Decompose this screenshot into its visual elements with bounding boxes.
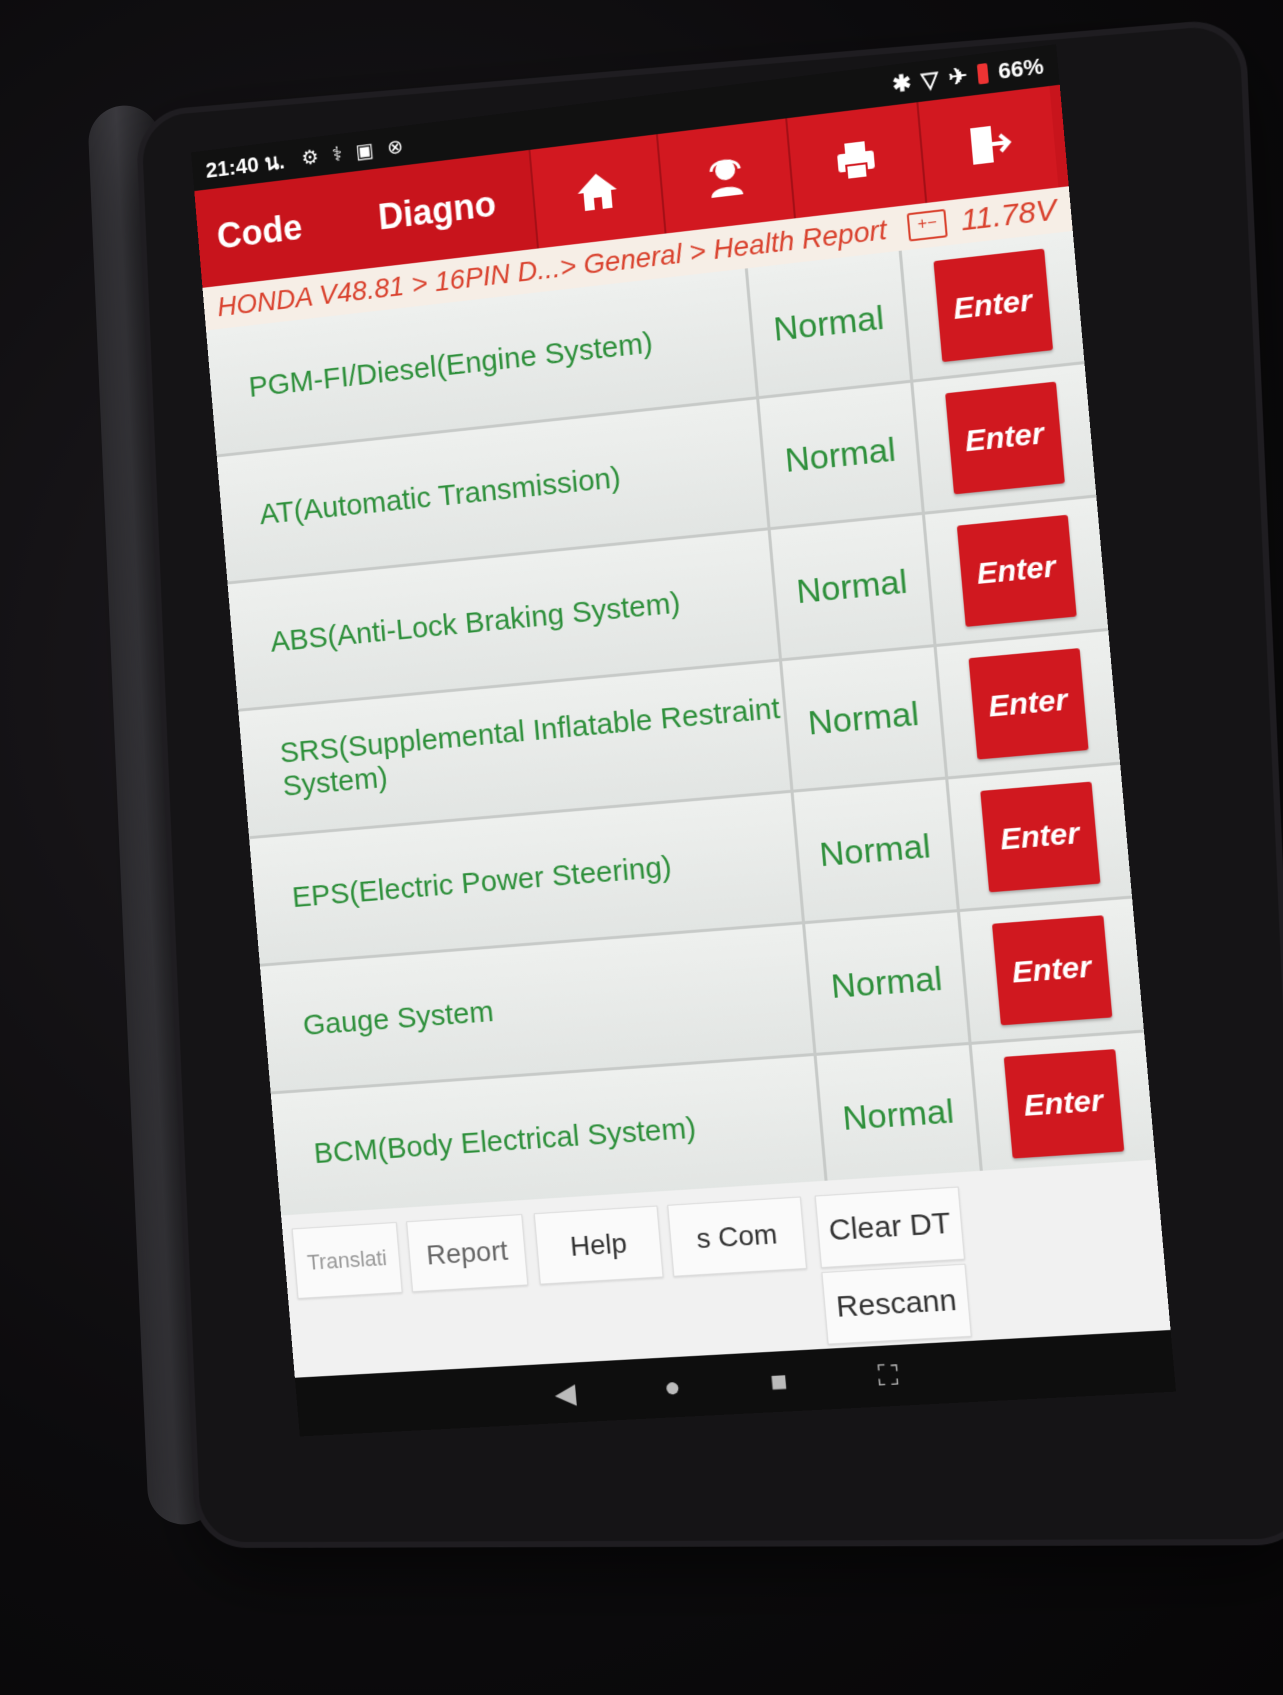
enter-button[interactable]: Enter	[932, 248, 1053, 363]
action-cell: Enter	[902, 231, 1085, 380]
help-button[interactable]: Help	[533, 1205, 664, 1285]
clear-dtc-button[interactable]: Clear DT	[814, 1186, 965, 1269]
enter-button[interactable]: Enter	[1003, 1049, 1124, 1159]
support-button[interactable]	[655, 118, 794, 234]
battery-level: 66%	[997, 53, 1045, 84]
action-cell: Enter	[948, 765, 1132, 909]
print-icon	[837, 141, 876, 187]
enter-button[interactable]: Enter	[991, 915, 1112, 1026]
report-button[interactable]: Report	[406, 1214, 529, 1293]
action-cell: Enter	[937, 631, 1120, 776]
bluetooth-icon: ✱	[891, 69, 913, 98]
home-icon	[576, 171, 619, 212]
voltage-value: 11.78V	[959, 193, 1058, 238]
enter-button[interactable]: Enter	[979, 781, 1100, 893]
support-icon	[700, 149, 752, 198]
enter-button[interactable]: Enter	[968, 648, 1089, 760]
airplane-icon: ✈	[947, 62, 969, 91]
gear-icon: ⚙	[300, 145, 320, 170]
back-icon[interactable]: ◀	[553, 1376, 577, 1410]
recents-icon[interactable]: ■	[769, 1365, 789, 1398]
system-status: Normal	[793, 779, 960, 922]
translate-button[interactable]: Translati	[291, 1221, 403, 1299]
screenshot-icon[interactable]: ⛶	[877, 1359, 900, 1393]
photo-scene: 21:40 น. ⚙ ⚕ ▣ ⊗ ✱ ▽ ✈ 66% Code Diagno H…	[0, 0, 1283, 1695]
system-status: Normal	[782, 646, 949, 790]
car-battery-icon: +−	[906, 208, 948, 242]
system-status: Normal	[805, 912, 972, 1053]
system-status: Normal	[759, 382, 925, 528]
action-cell: Enter	[925, 497, 1108, 643]
system-status: Normal	[770, 514, 937, 659]
no-signal-icon: ⊗	[386, 135, 405, 159]
health-report-table: PGM-FI/Diesel(Engine System) Normal Ente…	[206, 230, 1160, 1265]
rescan-button[interactable]: Rescann	[821, 1263, 972, 1345]
action-cell: Enter	[913, 364, 1096, 511]
exit-button[interactable]	[916, 86, 1059, 204]
action-cell: Enter	[972, 1033, 1156, 1175]
system-status: Normal	[816, 1044, 984, 1185]
enter-button[interactable]: Enter	[956, 514, 1077, 627]
wifi-icon: ▽	[920, 66, 940, 94]
exit-icon	[970, 125, 1014, 165]
enter-button[interactable]: Enter	[944, 381, 1065, 495]
system-status: Normal	[747, 250, 914, 397]
home-circle-icon[interactable]: ●	[663, 1371, 683, 1404]
tablet-screen: 21:40 น. ⚙ ⚕ ▣ ⊗ ✱ ▽ ✈ 66% Code Diagno H…	[191, 44, 1177, 1437]
stethoscope-icon: ⚕	[331, 142, 344, 166]
print-button[interactable]	[785, 102, 926, 219]
status-icons-left: ⚙ ⚕ ▣ ⊗	[301, 133, 405, 170]
battery-icon	[976, 63, 989, 85]
compare-button[interactable]: s Com	[667, 1196, 807, 1277]
home-button[interactable]	[528, 134, 665, 249]
action-cell: Enter	[960, 899, 1144, 1042]
image-icon: ▣	[354, 139, 375, 163]
tab-code[interactable]: Code	[194, 171, 363, 288]
